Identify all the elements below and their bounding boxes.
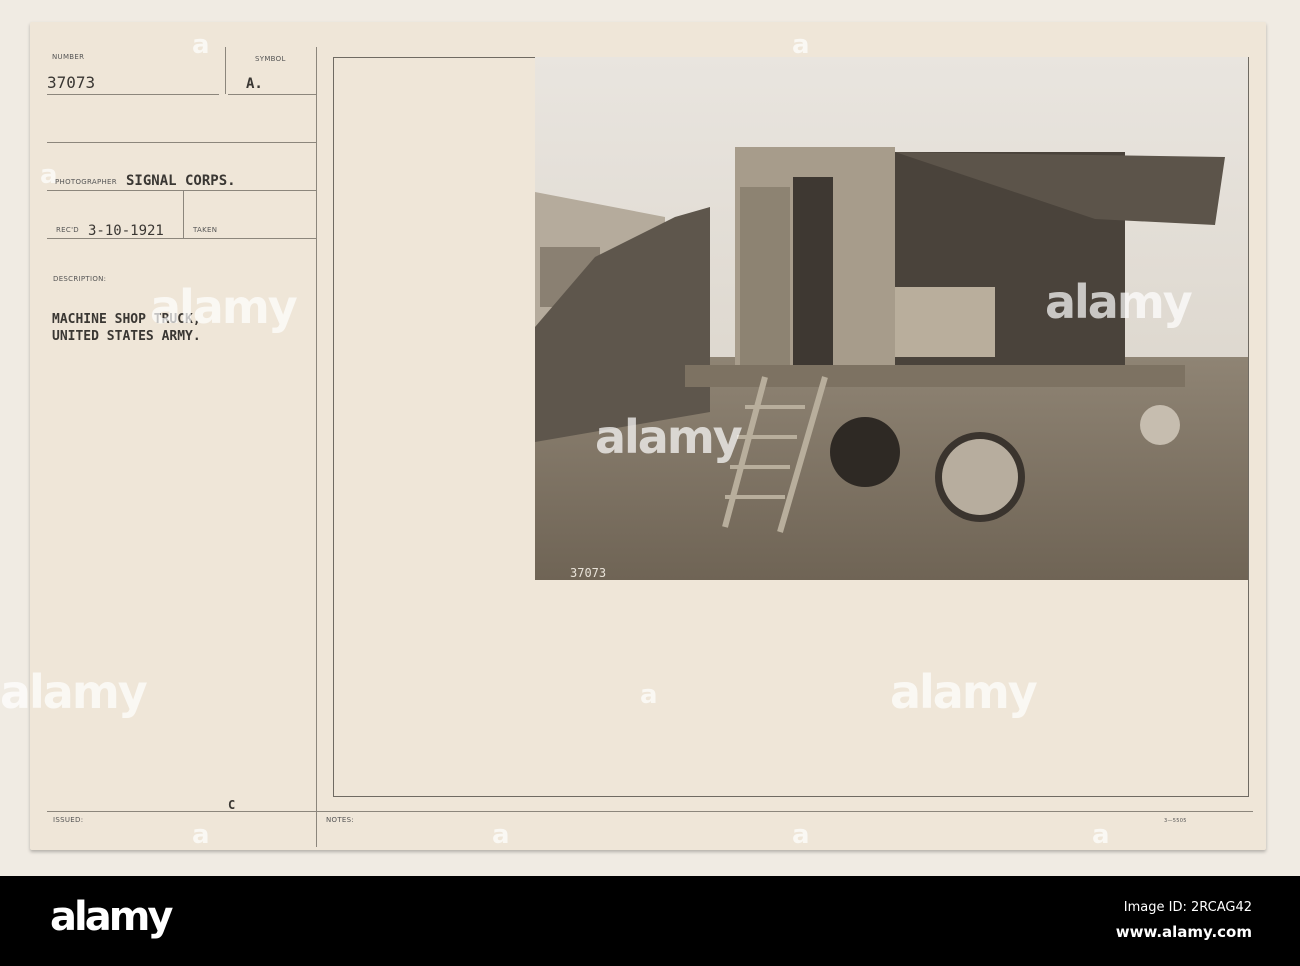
watermark: alamy: [1045, 275, 1193, 329]
number-value: 37073: [47, 73, 96, 92]
footer-bar: alamy Image ID: 2RCAG42 www.alamy.com: [0, 876, 1300, 966]
watermark-small: a: [792, 30, 810, 60]
alamy-logo: alamy: [50, 894, 173, 940]
watermark: alamy: [0, 665, 148, 719]
photographer-value: SIGNAL CORPS.: [126, 173, 236, 189]
symbol-label: SYMBOL: [255, 55, 286, 63]
watermark: alamy: [150, 280, 298, 334]
photographer-label: PHOTOGRAPHER: [55, 178, 117, 186]
watermark-small: a: [492, 820, 510, 850]
recd-label: REC'D: [56, 226, 79, 234]
photo-inscription: 37073: [570, 566, 606, 580]
issued-mark: C: [228, 798, 236, 812]
watermark: alamy: [595, 410, 743, 464]
watermark-small: a: [40, 160, 58, 190]
form-number: 3—5505: [1164, 818, 1187, 824]
watermark-small: a: [192, 30, 210, 60]
alamy-url[interactable]: www.alamy.com: [1116, 923, 1252, 941]
watermark-small: a: [640, 680, 658, 710]
number-label: NUMBER: [52, 53, 85, 61]
image-id: Image ID: 2RCAG42: [1123, 900, 1252, 915]
description-label: DESCRIPTION:: [53, 275, 107, 283]
notes-label: NOTES:: [326, 816, 355, 824]
recd-value: 3-10-1921: [88, 223, 164, 239]
taken-label: TAKEN: [193, 226, 218, 234]
watermark: alamy: [890, 665, 1038, 719]
watermark-small: a: [1092, 820, 1110, 850]
watermark-small: a: [192, 820, 210, 850]
symbol-value: A.: [246, 76, 263, 92]
issued-label: ISSUED:: [53, 816, 84, 824]
watermark-small: a: [792, 820, 810, 850]
